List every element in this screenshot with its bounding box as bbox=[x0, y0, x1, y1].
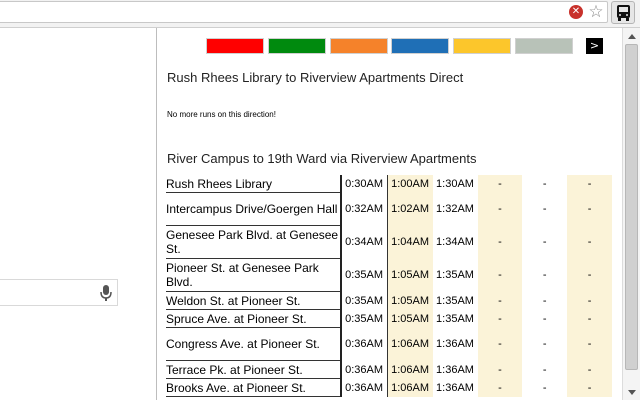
departure-time-cell: 1:36AM bbox=[436, 363, 474, 376]
scroll-thumb[interactable] bbox=[625, 44, 638, 370]
bus-extension-button[interactable] bbox=[611, 1, 635, 24]
empty-time-cell: - bbox=[567, 225, 612, 259]
empty-time-cell: - bbox=[477, 360, 523, 379]
departure-time-cell: 0:36AM bbox=[340, 360, 388, 379]
table-row: Pioneer St. at Genesee Park Blvd. 0:35AM 1… bbox=[166, 258, 612, 292]
departure-time-cell: 1:06AM bbox=[387, 327, 433, 361]
stop-name-cell: Genesee Park Blvd. at Genesee St. bbox=[166, 225, 342, 259]
stop-name-cell: Terrace Pk. at Pioneer St. bbox=[166, 360, 342, 379]
scroll-up-arrow-icon[interactable] bbox=[628, 34, 636, 39]
departure-time-cell: 0:35AM bbox=[340, 291, 388, 310]
stop-name-cell: Congress Ave. at Pioneer St. bbox=[166, 327, 342, 361]
route-swatch-yellow[interactable] bbox=[453, 38, 511, 54]
departure-time-cell: 1:35AM bbox=[436, 269, 474, 281]
route-title: River Campus to 19th Ward via Riverview … bbox=[167, 151, 477, 166]
empty-time-cell: - bbox=[542, 203, 547, 215]
route-swatch-blue[interactable] bbox=[391, 38, 449, 54]
departure-time-cell: 0:36AM bbox=[340, 378, 388, 397]
empty-time-cell: - bbox=[567, 327, 612, 361]
empty-time-cell: - bbox=[567, 175, 612, 193]
table-row: Congress Ave. at Pioneer St. 0:36AM 1:06AM… bbox=[166, 327, 612, 361]
empty-time-cell: - bbox=[477, 175, 523, 193]
empty-time-cell: - bbox=[542, 338, 547, 350]
departure-time-cell: 1:06AM bbox=[387, 360, 433, 379]
departure-time-cell: 0:34AM bbox=[340, 225, 388, 259]
empty-time-cell: - bbox=[477, 291, 523, 310]
departure-time-cell: 1:32AM bbox=[436, 203, 474, 215]
departure-time-cell: 1:02AM bbox=[387, 192, 433, 226]
stop-name-cell: Pioneer St. at Genesee Park Blvd. bbox=[166, 258, 342, 292]
departure-time-cell: 0:36AM bbox=[340, 327, 388, 361]
empty-time-cell: - bbox=[567, 360, 612, 379]
empty-time-cell: - bbox=[567, 309, 612, 328]
departure-time-cell: 0:32AM bbox=[340, 192, 388, 226]
schedule-popup: > Rush Rhees Library to Riverview Apartm… bbox=[156, 28, 623, 400]
empty-time-cell: - bbox=[542, 363, 547, 376]
route-swatch-orange[interactable] bbox=[330, 38, 388, 54]
empty-time-cell: - bbox=[477, 378, 523, 397]
departure-time-cell: 1:05AM bbox=[387, 309, 433, 328]
search-input[interactable] bbox=[0, 279, 118, 306]
table-row: Weldon St. at Pioneer St. 0:35AM 1:05AM 1:3… bbox=[166, 291, 612, 310]
departure-time-cell: 1:35AM bbox=[436, 312, 474, 325]
empty-time-cell: - bbox=[542, 177, 547, 190]
departure-time-cell: 0:30AM bbox=[340, 175, 388, 193]
stop-loading-icon[interactable]: ✕ bbox=[569, 5, 583, 19]
table-row: Intercampus Drive/Goergen Hall 0:32AM 1:02… bbox=[166, 192, 612, 226]
departure-time-cell: 1:36AM bbox=[436, 338, 474, 350]
empty-time-cell: - bbox=[477, 258, 523, 292]
stop-name-cell: Weldon St. at Pioneer St. bbox=[166, 291, 342, 310]
route-swatch-green[interactable] bbox=[268, 38, 326, 54]
empty-time-cell: - bbox=[542, 269, 547, 281]
departure-time-cell: 1:35AM bbox=[436, 294, 474, 307]
scroll-down-arrow-icon[interactable] bbox=[628, 390, 636, 395]
browser-toolbar: ✕ ☆ bbox=[0, 0, 640, 28]
empty-time-cell: - bbox=[477, 192, 523, 226]
empty-time-cell: - bbox=[542, 312, 547, 325]
route-swatch-red[interactable] bbox=[206, 38, 264, 54]
popup-scrollbar[interactable] bbox=[622, 28, 640, 400]
departure-time-cell: 1:34AM bbox=[436, 236, 474, 248]
empty-time-cell: - bbox=[542, 381, 547, 394]
departure-time-cell: 0:35AM bbox=[340, 309, 388, 328]
schedule-table: Rush Rhees Library 0:30AM 1:00AM 1:30AM - - - I… bbox=[166, 175, 613, 397]
bookmark-star-icon[interactable]: ☆ bbox=[587, 2, 605, 22]
stop-name-cell: Spruce Ave. at Pioneer St. bbox=[166, 309, 342, 328]
empty-time-cell: - bbox=[542, 294, 547, 307]
stop-name-cell: Rush Rhees Library bbox=[166, 175, 342, 193]
empty-time-cell: - bbox=[477, 327, 523, 361]
address-bar[interactable] bbox=[0, 1, 608, 23]
route-swatch-gray[interactable] bbox=[515, 38, 573, 54]
microphone-icon[interactable] bbox=[100, 284, 112, 302]
empty-time-cell: - bbox=[567, 192, 612, 226]
departure-time-cell: 1:36AM bbox=[436, 381, 474, 394]
table-row: Rush Rhees Library 0:30AM 1:00AM 1:30AM - - - bbox=[166, 175, 612, 193]
departure-time-cell: 1:05AM bbox=[387, 291, 433, 310]
departure-time-cell: 1:06AM bbox=[387, 378, 433, 397]
departure-time-cell: 1:00AM bbox=[387, 175, 433, 193]
departure-time-cell: 1:04AM bbox=[387, 225, 433, 259]
departure-time-cell: 0:35AM bbox=[340, 258, 388, 292]
departure-time-cell: 1:05AM bbox=[387, 258, 433, 292]
table-row: Genesee Park Blvd. at Genesee St. 0:34AM 1… bbox=[166, 225, 612, 259]
table-row: Spruce Ave. at Pioneer St. 0:35AM 1:05AM 1:… bbox=[166, 309, 612, 328]
stop-name-cell: Intercampus Drive/Goergen Hall bbox=[166, 192, 342, 226]
empty-time-cell: - bbox=[542, 236, 547, 248]
next-route-button[interactable]: > bbox=[586, 38, 603, 54]
table-row: Terrace Pk. at Pioneer St. 0:36AM 1:06AM 1:… bbox=[166, 360, 612, 379]
empty-time-cell: - bbox=[477, 309, 523, 328]
empty-time-cell: - bbox=[477, 225, 523, 259]
table-row: Brooks Ave. at Pioneer St. 0:36AM 1:06AM 1:… bbox=[166, 378, 612, 397]
bus-icon bbox=[617, 5, 630, 21]
no-runs-message: No more runs on this direction! bbox=[167, 110, 276, 119]
departure-time-cell: 1:30AM bbox=[436, 177, 474, 190]
empty-time-cell: - bbox=[567, 258, 612, 292]
empty-time-cell: - bbox=[567, 378, 612, 397]
route-title: Rush Rhees Library to Riverview Apartmen… bbox=[167, 70, 464, 85]
empty-time-cell: - bbox=[567, 291, 612, 310]
stop-name-cell: Brooks Ave. at Pioneer St. bbox=[166, 378, 342, 397]
